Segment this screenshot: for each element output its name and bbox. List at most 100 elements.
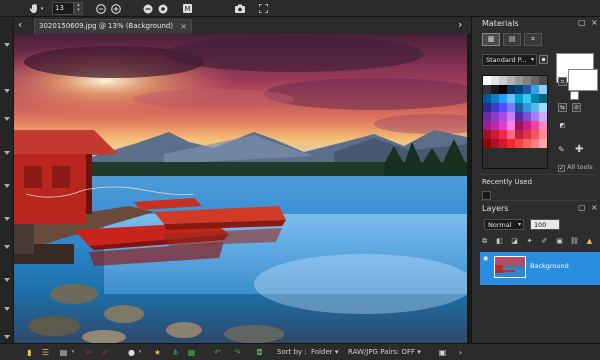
- color-swatch[interactable]: [523, 85, 531, 94]
- fullscreen-icon[interactable]: [257, 2, 269, 15]
- layer-row-background[interactable]: ◉ Background: [480, 252, 600, 285]
- color-swatch[interactable]: [515, 85, 523, 94]
- person-icon[interactable]: ●: [126, 347, 137, 358]
- collapse-arrow-icon[interactable]: [4, 89, 10, 93]
- raw-jpg-pairs-toggle[interactable]: RAW/JPG Pairs: OFF ▾: [348, 348, 421, 356]
- zoom-level-input[interactable]: 13: [52, 2, 74, 15]
- color-swatch[interactable]: [523, 112, 531, 121]
- all-tools-checkbox[interactable]: ✓ All tools: [558, 163, 593, 172]
- sort-by-dropdown[interactable]: Folder ▾: [311, 348, 338, 356]
- zoom-out-filled-icon[interactable]: [142, 2, 154, 15]
- lock-icon[interactable]: ▲: [585, 237, 594, 246]
- close-icon[interactable]: ×: [591, 18, 598, 27]
- color-swatch[interactable]: [491, 85, 499, 94]
- color-swatch-grid[interactable]: [482, 75, 548, 169]
- color-swatch[interactable]: [483, 139, 491, 148]
- collapse-arrow-icon[interactable]: [4, 43, 10, 47]
- color-swatch[interactable]: [515, 94, 523, 103]
- color-swatch[interactable]: [483, 112, 491, 121]
- color-swatch[interactable]: [531, 103, 539, 112]
- color-swatch[interactable]: [483, 94, 491, 103]
- collapse-arrow-icon[interactable]: [4, 184, 10, 188]
- color-swatch[interactable]: [507, 94, 515, 103]
- color-swatch[interactable]: [539, 85, 547, 94]
- color-swatch[interactable]: [531, 121, 539, 130]
- color-swatch[interactable]: [491, 121, 499, 130]
- pan-dropdown-icon[interactable]: ▾: [39, 2, 45, 15]
- eyedropper-icon[interactable]: ✎: [558, 145, 565, 154]
- document-tab[interactable]: 3020150609.jpg @ 13% (Background) ×: [34, 19, 192, 34]
- color-swatch[interactable]: [499, 94, 507, 103]
- fg-swatch-small[interactable]: [570, 91, 579, 100]
- color-swatch[interactable]: [491, 112, 499, 121]
- undo-icon[interactable]: ↶: [212, 347, 223, 358]
- color-swatch[interactable]: [539, 94, 547, 103]
- color-swatch[interactable]: [531, 76, 539, 85]
- color-swatch[interactable]: [499, 103, 507, 112]
- color-swatch[interactable]: [499, 139, 507, 148]
- collapse-arrow-icon[interactable]: [4, 335, 10, 339]
- transparent-toggle-icon[interactable]: ⊘: [572, 103, 581, 112]
- collapse-arrow-icon[interactable]: [4, 117, 10, 121]
- color-swatch[interactable]: [507, 112, 515, 121]
- panel-toggle-icon[interactable]: ▣: [437, 347, 448, 358]
- layer-link-icon[interactable]: ⛓: [570, 237, 579, 246]
- list-view-icon[interactable]: ☰: [40, 347, 51, 358]
- metadata-icon[interactable]: M: [181, 2, 193, 15]
- background-color-box[interactable]: [568, 69, 598, 91]
- color-swatch[interactable]: [531, 112, 539, 121]
- color-swatch[interactable]: [515, 103, 523, 112]
- zoom-spinner[interactable]: ▴ ▾: [74, 2, 83, 15]
- rainbow-tab-icon[interactable]: ▤: [503, 33, 521, 46]
- color-swatch[interactable]: [507, 121, 515, 130]
- swatches-tab-icon[interactable]: ▦: [482, 33, 500, 46]
- color-swatch[interactable]: [531, 139, 539, 148]
- blend-mode-dropdown[interactable]: Normal ▾: [484, 219, 524, 230]
- layer-brush-icon[interactable]: ✐: [540, 237, 549, 246]
- thumbnail-view-icon[interactable]: ▤: [58, 347, 69, 358]
- color-swatch[interactable]: [523, 139, 531, 148]
- expand-icon[interactable]: ›: [455, 347, 466, 358]
- color-swatch[interactable]: [483, 76, 491, 85]
- color-swatch[interactable]: [539, 139, 547, 148]
- tab-prev-arrow-icon[interactable]: ‹: [18, 18, 22, 32]
- color-swatch[interactable]: [483, 130, 491, 139]
- reset-colors-icon[interactable]: ◩: [558, 121, 567, 130]
- color-swatch[interactable]: [483, 85, 491, 94]
- color-swatch[interactable]: [483, 103, 491, 112]
- layer-group-icon[interactable]: ▣: [555, 237, 564, 246]
- camera-icon[interactable]: ◘: [254, 347, 265, 358]
- color-swatch[interactable]: [539, 103, 547, 112]
- fg-properties-icon[interactable]: ▫: [558, 77, 567, 86]
- filmstrip-icon[interactable]: ▦: [186, 347, 197, 358]
- share-icon[interactable]: ⋔: [170, 347, 181, 358]
- color-swatch[interactable]: [507, 130, 515, 139]
- color-swatch[interactable]: [491, 103, 499, 112]
- add-swatch-icon[interactable]: ✚: [575, 144, 583, 155]
- color-swatch[interactable]: [539, 130, 547, 139]
- collapse-arrow-icon[interactable]: [4, 245, 10, 249]
- color-swatch[interactable]: [523, 94, 531, 103]
- chevron-down-icon[interactable]: ▾: [137, 347, 143, 358]
- color-swatch[interactable]: [499, 112, 507, 121]
- frame-tab-icon[interactable]: ⌗: [524, 33, 542, 46]
- recent-color-swatch[interactable]: [482, 191, 491, 200]
- palette-dropdown[interactable]: Standard P... ▾: [482, 54, 537, 66]
- zoom-in-icon[interactable]: [110, 2, 122, 15]
- color-swatch[interactable]: [515, 130, 523, 139]
- color-swatch[interactable]: [499, 85, 507, 94]
- color-swatch[interactable]: [531, 94, 539, 103]
- palette-options-icon[interactable]: ▪: [539, 55, 548, 64]
- brush-icon[interactable]: ✏: [84, 347, 95, 358]
- color-swatch[interactable]: [523, 103, 531, 112]
- camera-icon[interactable]: [234, 2, 246, 15]
- collapse-arrow-icon[interactable]: [4, 307, 10, 311]
- zoom-out-icon[interactable]: [95, 2, 107, 15]
- layer-mask-icon[interactable]: ◧: [495, 237, 504, 246]
- color-swatch[interactable]: [483, 121, 491, 130]
- visibility-eye-icon[interactable]: ◉: [483, 255, 488, 262]
- color-swatch[interactable]: [491, 94, 499, 103]
- color-swatch[interactable]: [539, 76, 547, 85]
- color-swatch[interactable]: [515, 121, 523, 130]
- color-swatch[interactable]: [499, 76, 507, 85]
